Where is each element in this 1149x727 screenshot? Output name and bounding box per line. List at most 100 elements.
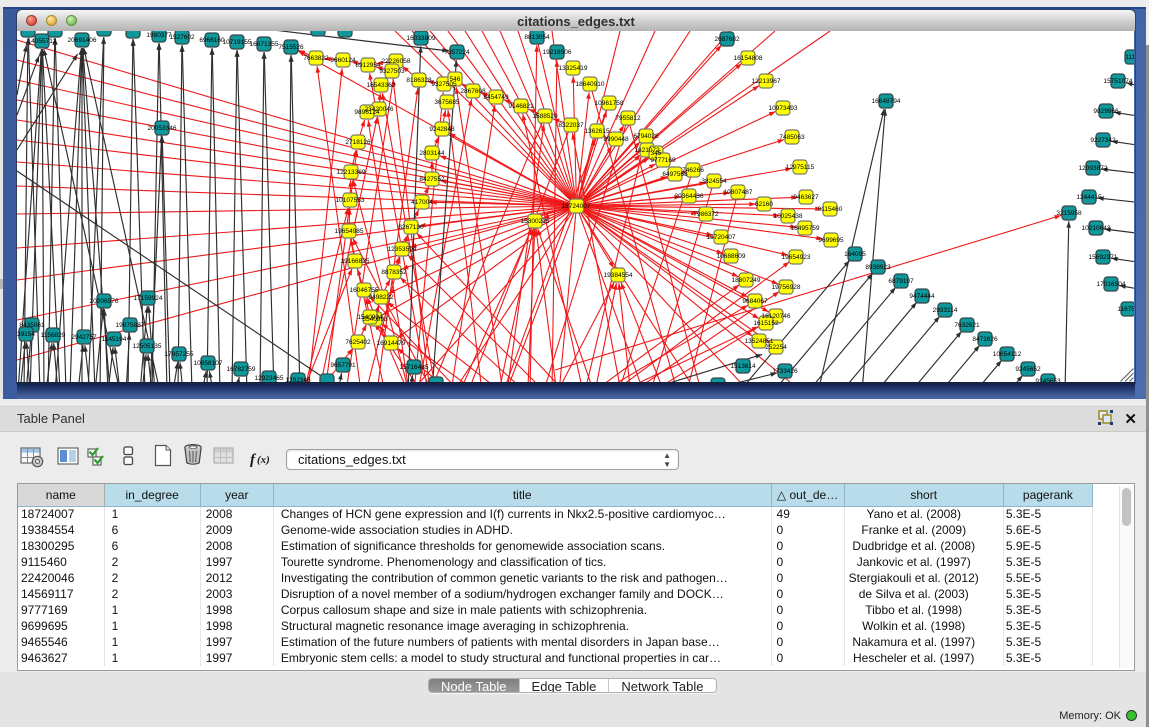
svg-text:546: 546 — [450, 76, 461, 83]
svg-text:19166825: 19166825 — [341, 258, 370, 265]
svg-text:1112: 1112 — [1125, 54, 1134, 61]
svg-text:16120746: 16120746 — [762, 313, 791, 320]
svg-text:22226058: 22226058 — [382, 58, 411, 65]
svg-text:8471626: 8471626 — [972, 336, 998, 343]
svg-text:18724007: 18724007 — [562, 203, 591, 210]
svg-text:7986372: 7986372 — [693, 211, 719, 218]
svg-text:10807487: 10807487 — [724, 189, 753, 196]
svg-text:10958107: 10958107 — [194, 360, 223, 367]
svg-text:20053346: 20053346 — [148, 125, 177, 132]
svg-text:8813054: 8813054 — [524, 34, 550, 41]
svg-text:10210643: 10210643 — [1082, 225, 1111, 232]
svg-text:1615152: 1615152 — [753, 320, 779, 327]
svg-text:7485063: 7485063 — [779, 134, 805, 141]
svg-text:15751074: 15751074 — [1104, 78, 1133, 85]
svg-text:6879197: 6879197 — [888, 278, 914, 285]
svg-text:9777169: 9777169 — [650, 157, 676, 164]
svg-text:12923465: 12923465 — [255, 375, 284, 382]
svg-text:1145194: 1145194 — [102, 336, 127, 343]
svg-text:19654923: 19654923 — [782, 254, 811, 261]
svg-text:16914479: 16914479 — [377, 340, 406, 347]
svg-text:62160: 62160 — [755, 201, 773, 208]
svg-text:2803144: 2803144 — [419, 150, 445, 157]
svg-text:9115460: 9115460 — [818, 206, 843, 213]
svg-text:2718126: 2718126 — [345, 139, 371, 146]
svg-text:10688609: 10688609 — [717, 253, 746, 260]
svg-text:2867608: 2867608 — [460, 88, 486, 95]
svg-text:8322037: 8322037 — [558, 122, 584, 129]
svg-text:1527602: 1527602 — [169, 34, 195, 41]
svg-text:1980377: 1980377 — [146, 32, 172, 39]
svg-text:16782759: 16782759 — [227, 366, 256, 373]
svg-text:1362615: 1362615 — [584, 128, 610, 135]
svg-text:9657791: 9657791 — [330, 362, 356, 369]
svg-text:9660124: 9660124 — [330, 57, 356, 64]
svg-text:9245652: 9245652 — [1015, 366, 1041, 373]
svg-text:17016504: 17016504 — [1097, 281, 1126, 288]
svg-text:19218506: 19218506 — [543, 49, 572, 56]
svg-text:3215958: 3215958 — [1056, 210, 1082, 217]
svg-text:18495759: 18495759 — [791, 225, 820, 232]
svg-text:1244415: 1244415 — [1076, 194, 1102, 201]
svg-text:7663822: 7663822 — [303, 55, 329, 62]
svg-text:1156829: 1156829 — [41, 332, 66, 339]
svg-text:9498222: 9498222 — [368, 294, 394, 301]
svg-text:12213967: 12213967 — [752, 78, 781, 85]
svg-text:1540934: 1540934 — [357, 314, 383, 321]
svg-text:9146821: 9146821 — [508, 103, 534, 110]
svg-text:9463627: 9463627 — [793, 194, 819, 201]
svg-text:7515526: 7515526 — [278, 44, 304, 51]
svg-text:7632621: 7632621 — [954, 322, 980, 329]
svg-text:9245653: 9245653 — [1035, 378, 1061, 382]
svg-text:9684067: 9684067 — [742, 298, 768, 305]
svg-text:15692971: 15692971 — [1089, 254, 1118, 261]
svg-text:8427552: 8427552 — [419, 176, 445, 183]
svg-text:16154808: 16154808 — [734, 55, 763, 62]
svg-text:7357224: 7357224 — [444, 49, 470, 56]
svg-text:6794028: 6794028 — [633, 133, 659, 140]
svg-text:f: f — [250, 452, 257, 468]
svg-text:19756928: 19756928 — [772, 284, 801, 291]
svg-text:(x): (x) — [257, 454, 270, 466]
svg-text:12505135: 12505135 — [133, 343, 162, 350]
svg-text:10973493: 10973493 — [769, 105, 798, 112]
svg-text:9227342: 9227342 — [1090, 137, 1116, 144]
svg-text:10025438: 10025438 — [774, 213, 803, 220]
svg-text:19975887: 19975887 — [116, 322, 145, 329]
svg-text:10961758: 10961758 — [595, 100, 624, 107]
svg-text:7955812: 7955812 — [615, 115, 641, 122]
svg-text:2942757: 2942757 — [71, 334, 97, 341]
svg-text:2687682: 2687682 — [714, 36, 740, 43]
svg-text:18807249: 18807249 — [732, 277, 761, 284]
svg-text:9829966: 9829966 — [1093, 108, 1119, 115]
svg-text:15300215: 15300215 — [521, 218, 550, 225]
svg-text:3675685: 3675685 — [434, 99, 460, 106]
svg-text:9474444: 9474444 — [909, 293, 935, 300]
svg-text:16648794: 16648794 — [872, 98, 901, 105]
svg-text:16033809: 16033809 — [407, 35, 436, 42]
svg-text:15716485: 15716485 — [400, 364, 429, 371]
svg-text:252254: 252254 — [765, 344, 787, 351]
svg-text:12353594: 12353594 — [388, 246, 417, 253]
svg-text:19384554: 19384554 — [604, 272, 633, 279]
svg-text:164095: 164095 — [844, 251, 866, 258]
svg-text:12975115: 12975115 — [786, 164, 815, 171]
svg-text:1588520: 1588520 — [532, 113, 558, 120]
svg-text:1733426: 1733426 — [772, 368, 798, 375]
svg-text:7625402: 7625402 — [345, 339, 371, 346]
svg-text:17957255: 17957255 — [165, 351, 194, 358]
svg-text:8990448: 8990448 — [603, 136, 629, 143]
svg-text:10719155: 10719155 — [223, 39, 252, 46]
svg-text:417004: 417004 — [411, 199, 433, 206]
svg-text:8435061: 8435061 — [19, 322, 45, 329]
svg-text:16046755: 16046755 — [350, 287, 379, 294]
svg-text:16543362: 16543362 — [367, 82, 396, 89]
svg-text:8186328: 8186328 — [406, 77, 432, 84]
svg-text:17159924: 17159924 — [134, 295, 163, 302]
svg-text:39154: 39154 — [17, 331, 35, 338]
svg-text:8878352: 8878352 — [381, 269, 407, 276]
svg-text:9699695: 9699695 — [818, 237, 844, 244]
svg-text:6497568: 6497568 — [662, 171, 688, 178]
svg-text:20691406: 20691406 — [68, 37, 97, 44]
svg-text:20206576: 20206576 — [90, 298, 119, 305]
